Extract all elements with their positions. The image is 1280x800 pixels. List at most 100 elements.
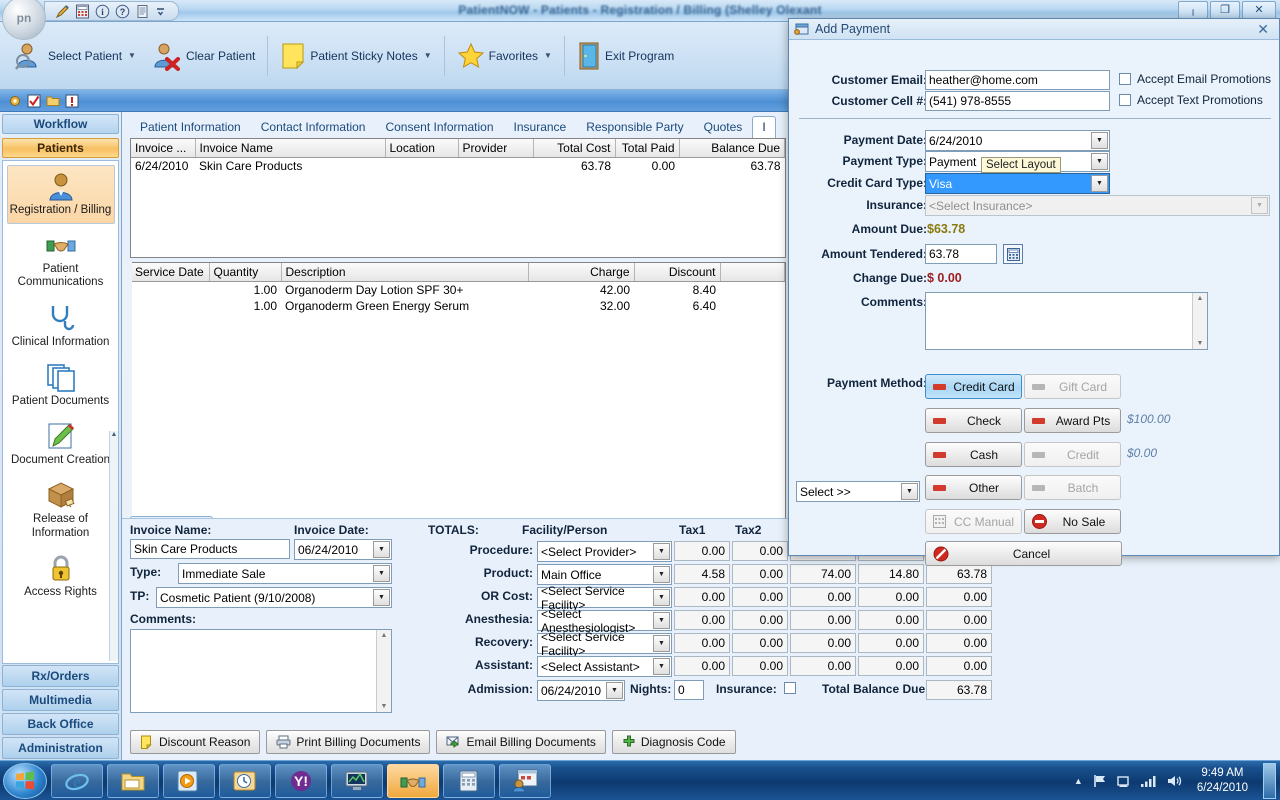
chevron-down-icon[interactable]: ▼ bbox=[1251, 197, 1268, 214]
help-icon[interactable]: ? bbox=[115, 4, 130, 19]
chevron-down-icon[interactable]: ▼ bbox=[653, 658, 670, 675]
calculator-button[interactable] bbox=[1003, 244, 1023, 264]
invoice-date-combo[interactable]: 06/24/2010 ▼ bbox=[294, 539, 392, 560]
col-total-cost[interactable]: Total Cost bbox=[533, 139, 615, 158]
payment-select-combo[interactable]: Select >> ▼ bbox=[796, 481, 920, 502]
credit-card-type-combo[interactable]: Visa ▼ bbox=[925, 173, 1110, 194]
customer-cell-input[interactable] bbox=[925, 91, 1110, 111]
payment-method-cc-manual[interactable]: CC Manual bbox=[925, 509, 1022, 534]
taskbar-clock[interactable]: 9:49 AM 6/24/2010 bbox=[1191, 766, 1254, 795]
folder-icon[interactable] bbox=[46, 94, 60, 108]
calculator-icon[interactable] bbox=[75, 4, 90, 19]
col-description[interactable]: Description bbox=[281, 263, 528, 282]
tab-patient-information[interactable]: Patient Information bbox=[130, 116, 251, 138]
sidebar-item-release-of-information[interactable]: Release of Information bbox=[7, 474, 115, 546]
table-row[interactable]: 1.00 Organoderm Green Energy Serum 32.00… bbox=[131, 298, 785, 314]
payment-method-check[interactable]: Check bbox=[925, 408, 1022, 433]
nights-input[interactable] bbox=[674, 680, 704, 700]
chevron-down-icon[interactable]: ▼ bbox=[373, 541, 390, 558]
show-hidden-icons-icon[interactable]: ▲ bbox=[1074, 776, 1083, 786]
taskbar-calculator-icon[interactable] bbox=[443, 764, 495, 798]
taskbar-explorer-icon[interactable] bbox=[107, 764, 159, 798]
sidebar-group-rx-orders[interactable]: Rx/Orders bbox=[2, 665, 119, 687]
payment-method-no-sale[interactable]: No Sale bbox=[1024, 509, 1121, 534]
tp-combo[interactable]: Cosmetic Patient (9/10/2008) ▼ bbox=[156, 587, 392, 608]
checkbox-icon[interactable] bbox=[27, 94, 41, 108]
signal-icon[interactable] bbox=[1140, 774, 1157, 788]
maximize-button[interactable]: ❐ bbox=[1210, 1, 1240, 19]
table-row[interactable]: 6/24/2010 Skin Care Products 63.78 0.00 … bbox=[131, 158, 785, 175]
taskbar-media-player-icon[interactable] bbox=[163, 764, 215, 798]
chevron-down-icon[interactable]: ▼ bbox=[1091, 175, 1108, 192]
chevron-down-icon[interactable]: ▼ bbox=[373, 565, 390, 582]
customer-email-input[interactable] bbox=[925, 70, 1110, 90]
col-balance-due[interactable]: Balance Due bbox=[679, 139, 785, 158]
anesthesia-combo[interactable]: <Select Anesthesiologist> ▼ bbox=[537, 610, 672, 631]
clear-patient-button[interactable]: Clear Patient bbox=[144, 37, 263, 75]
dialog-titlebar[interactable]: Add Payment ✕ bbox=[789, 19, 1279, 40]
overflow-icon[interactable] bbox=[155, 4, 170, 19]
dialog-comments-textarea[interactable]: ▲ ▼ bbox=[925, 292, 1208, 350]
sidebar-group-administration[interactable]: Administration bbox=[2, 737, 119, 759]
tab-quotes[interactable]: Quotes bbox=[694, 116, 753, 138]
col-invoice-name[interactable]: Invoice Name bbox=[195, 139, 385, 158]
payment-method-award-pts[interactable]: Award Pts bbox=[1024, 408, 1121, 433]
taskbar-yahoo-icon[interactable]: Y! bbox=[275, 764, 327, 798]
type-combo[interactable]: Immediate Sale ▼ bbox=[178, 563, 392, 584]
sidebar-scrollbar[interactable]: ▲ bbox=[109, 431, 118, 661]
taskbar-monitor-icon[interactable] bbox=[331, 764, 383, 798]
payment-method-other[interactable]: Other bbox=[925, 475, 1022, 500]
sidebar-group-back-office[interactable]: Back Office bbox=[2, 713, 119, 735]
col-invoice-date[interactable]: Invoice ... bbox=[131, 139, 195, 158]
volume-icon[interactable] bbox=[1166, 774, 1182, 788]
procedure-provider-combo[interactable]: <Select Provider> ▼ bbox=[537, 541, 672, 562]
info-icon[interactable]: i bbox=[95, 4, 110, 19]
invoice-name-input[interactable] bbox=[130, 539, 290, 559]
patient-sticky-notes-button[interactable]: Patient Sticky Notes ▼ bbox=[272, 38, 439, 74]
close-icon[interactable]: ✕ bbox=[1252, 21, 1274, 38]
tab-consent-information[interactable]: Consent Information bbox=[375, 116, 503, 138]
show-desktop-button[interactable] bbox=[1263, 763, 1276, 799]
scroll-up-icon[interactable]: ▲ bbox=[381, 632, 388, 639]
tab-invoices[interactable]: I bbox=[752, 116, 775, 138]
admission-date-combo[interactable]: 06/24/2010 ▼ bbox=[537, 680, 625, 701]
chevron-down-icon[interactable]: ▼ bbox=[653, 589, 670, 606]
discount-reason-button[interactable]: Discount Reason bbox=[130, 730, 260, 754]
scroll-up-icon[interactable]: ▲ bbox=[1197, 295, 1204, 302]
col-provider[interactable]: Provider bbox=[458, 139, 533, 158]
col-charge[interactable]: Charge bbox=[528, 263, 634, 282]
alert-icon[interactable] bbox=[65, 94, 79, 108]
chevron-down-icon[interactable]: ▼ bbox=[653, 566, 670, 583]
taskbar-patientnow-icon[interactable] bbox=[387, 764, 439, 798]
sidebar-item-document-creation[interactable]: Document Creation bbox=[7, 415, 115, 474]
accept-email-promotions-checkbox[interactable] bbox=[1119, 73, 1131, 85]
product-facility-combo[interactable]: Main Office ▼ bbox=[537, 564, 672, 585]
sidebar-item-patient-documents[interactable]: Patient Documents bbox=[7, 356, 115, 415]
chevron-down-icon[interactable]: ▼ bbox=[653, 543, 670, 560]
payment-method-credit-card[interactable]: Credit Card bbox=[925, 374, 1022, 399]
scroll-up-icon[interactable]: ▲ bbox=[110, 431, 118, 441]
sidebar-item-access-rights[interactable]: Access Rights bbox=[7, 547, 115, 606]
exit-program-button[interactable]: Exit Program bbox=[569, 38, 682, 74]
document-icon[interactable] bbox=[135, 4, 150, 19]
chevron-down-icon[interactable]: ▼ bbox=[1091, 153, 1108, 170]
chevron-down-icon[interactable]: ▼ bbox=[373, 589, 390, 606]
minimize-button[interactable]: ╷ bbox=[1178, 1, 1208, 19]
favorites-button[interactable]: Favorites ▼ bbox=[449, 38, 560, 74]
chevron-down-icon[interactable]: ▼ bbox=[606, 682, 623, 699]
close-button[interactable]: ✕ bbox=[1242, 1, 1276, 19]
col-total-paid[interactable]: Total Paid bbox=[615, 139, 679, 158]
flag-icon[interactable] bbox=[1092, 774, 1107, 788]
chevron-down-icon[interactable]: ▼ bbox=[653, 635, 670, 652]
col-discount[interactable]: Discount bbox=[634, 263, 720, 282]
network-icon[interactable] bbox=[1116, 774, 1131, 788]
chevron-down-icon[interactable]: ▼ bbox=[653, 612, 670, 629]
chevron-down-icon[interactable]: ▼ bbox=[901, 483, 918, 500]
taskbar-outlook-icon[interactable] bbox=[219, 764, 271, 798]
sidebar-item-patient-communications[interactable]: Patient Communications bbox=[7, 224, 115, 296]
insurance-combo[interactable]: <Select Insurance> ▼ bbox=[925, 195, 1270, 216]
chevron-down-icon[interactable]: ▼ bbox=[128, 51, 136, 60]
table-row[interactable]: 1.00 Organoderm Day Lotion SPF 30+ 42.00… bbox=[131, 282, 785, 299]
col-location[interactable]: Location bbox=[385, 139, 458, 158]
tab-insurance[interactable]: Insurance bbox=[504, 116, 577, 138]
